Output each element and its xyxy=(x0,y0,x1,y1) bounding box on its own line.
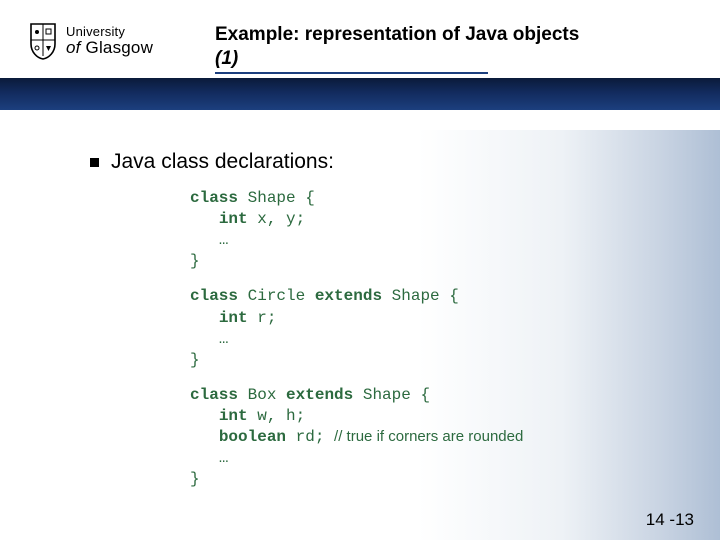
code-area: class Shape { int x, y; … } class Circle… xyxy=(190,188,720,490)
kw-extends: extends xyxy=(286,386,353,404)
bullet-text: Java class declarations: xyxy=(111,150,334,173)
code-text: Shape { xyxy=(238,189,315,207)
code-text: w, h; xyxy=(248,407,306,425)
title-main: Example: representation of Java objects xyxy=(215,24,675,46)
slide-title: Example: representation of Java objects … xyxy=(215,24,675,74)
crest-icon xyxy=(28,22,58,60)
logo-of: of xyxy=(66,38,81,57)
logo-glasgow: Glasgow xyxy=(86,38,154,57)
kw-int: int xyxy=(219,210,248,228)
code-text: Shape { xyxy=(353,386,430,404)
slide-number: 14 -13 xyxy=(646,510,694,530)
code-block-shape: class Shape { int x, y; … } xyxy=(190,188,720,272)
header-band xyxy=(0,78,720,110)
code-text: x, y; xyxy=(248,210,306,228)
slide-body: Java class declarations: class Shape { i… xyxy=(0,130,720,540)
code-text: Circle xyxy=(238,287,315,305)
code-text: Shape { xyxy=(382,287,459,305)
bullet-item: Java class declarations: xyxy=(90,150,720,174)
code-brace: } xyxy=(190,470,200,488)
code-brace: } xyxy=(190,351,200,369)
kw-class: class xyxy=(190,189,238,207)
university-logo: University of Glasgow xyxy=(28,22,153,60)
code-ellipsis: … xyxy=(219,330,229,348)
kw-class: class xyxy=(190,386,238,404)
kw-class: class xyxy=(190,287,238,305)
code-block-circle: class Circle extends Shape { int r; … } xyxy=(190,286,720,370)
title-sequence: (1) xyxy=(215,48,488,74)
logo-line-1: University xyxy=(66,25,153,39)
code-block-box: class Box extends Shape { int w, h; bool… xyxy=(190,385,720,491)
slide: University of Glasgow Example: represent… xyxy=(0,0,720,540)
kw-boolean: boolean xyxy=(219,428,286,446)
code-text: r; xyxy=(248,309,277,327)
code-text: Box xyxy=(238,386,286,404)
kw-extends: extends xyxy=(315,287,382,305)
code-brace: } xyxy=(190,252,200,270)
bullet-square-icon xyxy=(90,158,99,167)
kw-int: int xyxy=(219,309,248,327)
code-ellipsis: … xyxy=(219,449,229,467)
logo-text: University of Glasgow xyxy=(66,25,153,56)
code-comment: // true if corners are rounded xyxy=(334,428,523,445)
code-text: rd; xyxy=(286,428,334,446)
kw-int: int xyxy=(219,407,248,425)
code-ellipsis: … xyxy=(219,231,229,249)
